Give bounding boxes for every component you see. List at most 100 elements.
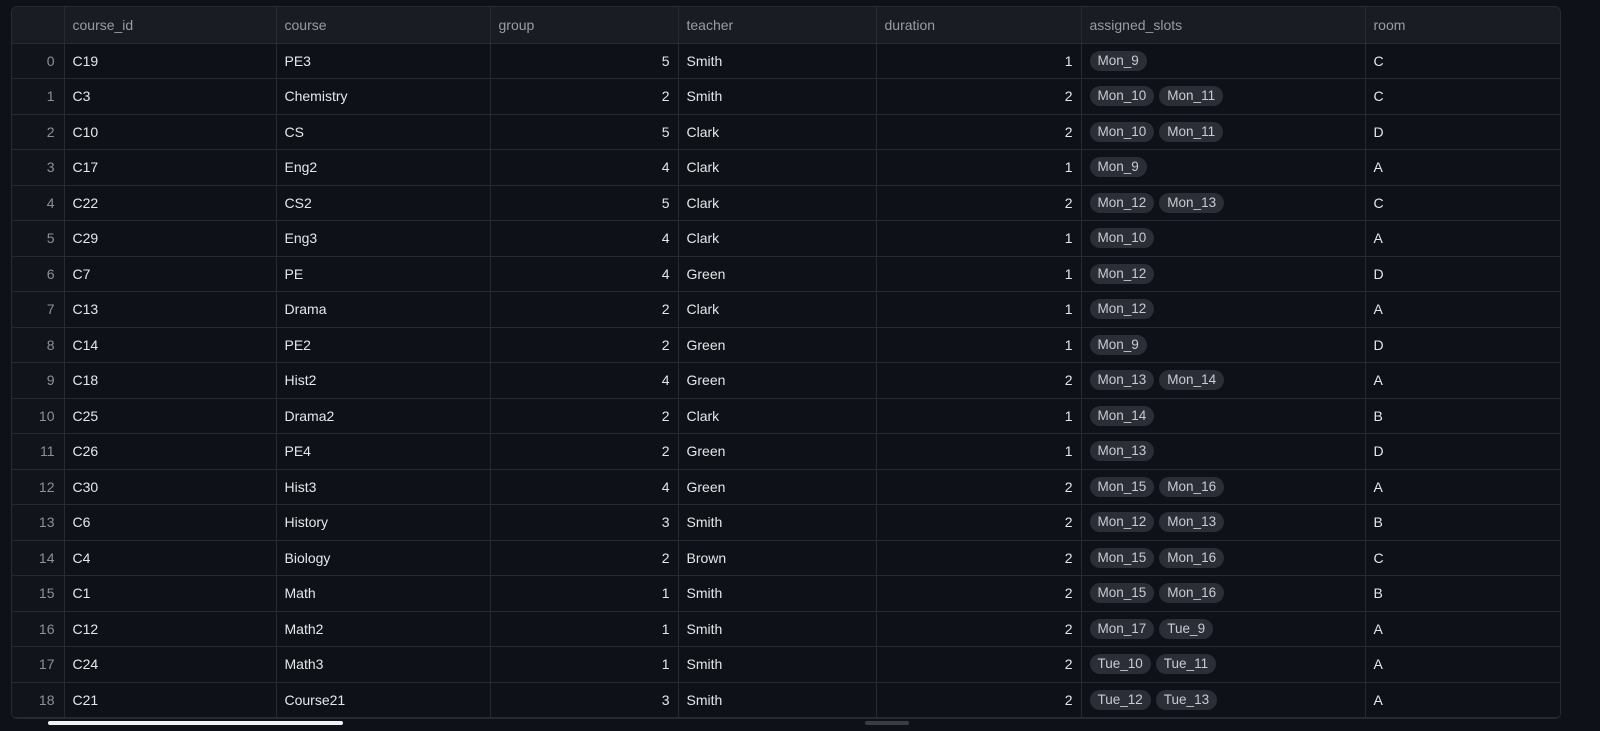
cell-course[interactable]: PE — [276, 256, 491, 292]
cell-course[interactable]: Eng2 — [276, 149, 491, 186]
cell-group[interactable]: 4 — [490, 220, 679, 257]
cell-group[interactable]: 4 — [490, 362, 679, 399]
cell-course[interactable]: Hist3 — [276, 469, 491, 505]
header-room[interactable]: room — [1365, 7, 1560, 44]
cell-teacher[interactable]: Green — [678, 256, 877, 292]
cell-duration[interactable]: 2 — [876, 469, 1082, 505]
cell-course[interactable]: Math3 — [276, 646, 491, 683]
table-row[interactable]: 17 C24 Math3 1 Smith 2 Tue_10 Tue_11 A — [12, 646, 1560, 683]
cell-room[interactable]: C — [1365, 185, 1560, 221]
cell-course[interactable]: Drama2 — [276, 398, 491, 434]
header-teacher[interactable]: teacher — [678, 7, 877, 44]
cell-duration[interactable]: 2 — [876, 362, 1082, 399]
table-row[interactable]: 16 C12 Math2 1 Smith 2 Mon_17 Tue_9 A — [12, 611, 1560, 647]
cell-teacher[interactable]: Smith — [678, 78, 877, 115]
cell-room[interactable]: C — [1365, 78, 1560, 115]
cell-assigned-slots[interactable]: Mon_9 — [1081, 43, 1366, 79]
cell-room[interactable]: B — [1365, 398, 1560, 434]
cell-assigned-slots[interactable]: Mon_17 Tue_9 — [1081, 611, 1366, 647]
cell-assigned-slots[interactable]: Mon_15 Mon_16 — [1081, 575, 1366, 612]
header-group[interactable]: group — [490, 7, 679, 44]
table-row[interactable]: 10 C25 Drama2 2 Clark 1 Mon_14 B — [12, 398, 1560, 434]
cell-duration[interactable]: 2 — [876, 682, 1082, 718]
cell-course-id[interactable]: C25 — [64, 398, 277, 434]
cell-assigned-slots[interactable]: Mon_12 — [1081, 291, 1366, 328]
cell-teacher[interactable]: Green — [678, 433, 877, 470]
cell-course[interactable]: PE2 — [276, 327, 491, 363]
cell-course-id[interactable]: C3 — [64, 78, 277, 115]
cell-teacher[interactable]: Green — [678, 362, 877, 399]
cell-course-id[interactable]: C19 — [64, 43, 277, 79]
cell-course-id[interactable]: C26 — [64, 433, 277, 470]
header-course-id[interactable]: course_id — [64, 7, 277, 44]
cell-course[interactable]: CS2 — [276, 185, 491, 221]
cell-teacher[interactable]: Green — [678, 469, 877, 505]
cell-course-id[interactable]: C17 — [64, 149, 277, 186]
cell-duration[interactable]: 2 — [876, 540, 1082, 576]
table-row[interactable]: 8 C14 PE2 2 Green 1 Mon_9 D — [12, 327, 1560, 363]
cell-duration[interactable]: 1 — [876, 327, 1082, 363]
table-row[interactable]: 15 C1 Math 1 Smith 2 Mon_15 Mon_16 B — [12, 575, 1560, 612]
cell-course[interactable]: Eng3 — [276, 220, 491, 257]
cell-room[interactable]: B — [1365, 504, 1560, 541]
cell-assigned-slots[interactable]: Mon_9 — [1081, 327, 1366, 363]
table-row[interactable]: 6 C7 PE 4 Green 1 Mon_12 D — [12, 256, 1560, 292]
table-row[interactable]: 3 C17 Eng2 4 Clark 1 Mon_9 A — [12, 149, 1560, 186]
cell-room[interactable]: B — [1365, 575, 1560, 612]
cell-group[interactable]: 2 — [490, 327, 679, 363]
cell-duration[interactable]: 2 — [876, 611, 1082, 647]
cell-assigned-slots[interactable]: Mon_13 Mon_14 — [1081, 362, 1366, 399]
cell-course-id[interactable]: C13 — [64, 291, 277, 328]
table-row[interactable]: 0 C19 PE3 5 Smith 1 Mon_9 C — [12, 43, 1560, 79]
cell-duration[interactable]: 2 — [876, 575, 1082, 612]
cell-assigned-slots[interactable]: Mon_15 Mon_16 — [1081, 469, 1366, 505]
table-row[interactable]: 4 C22 CS2 5 Clark 2 Mon_12 Mon_13 C — [12, 185, 1560, 221]
cell-assigned-slots[interactable]: Mon_10 — [1081, 220, 1366, 257]
cell-duration[interactable]: 2 — [876, 114, 1082, 150]
cell-duration[interactable]: 1 — [876, 43, 1082, 79]
cell-course[interactable]: Chemistry — [276, 78, 491, 115]
cell-course[interactable]: Course21 — [276, 682, 491, 718]
cell-teacher[interactable]: Clark — [678, 114, 877, 150]
cell-course[interactable]: Math — [276, 575, 491, 612]
cell-course-id[interactable]: C12 — [64, 611, 277, 647]
cell-teacher[interactable]: Smith — [678, 646, 877, 683]
cell-group[interactable]: 1 — [490, 575, 679, 612]
cell-course-id[interactable]: C24 — [64, 646, 277, 683]
dataframe-table[interactable]: course_id course group teacher duration … — [11, 6, 1561, 719]
horizontal-scrollbar[interactable] — [48, 721, 343, 725]
cell-course[interactable]: CS — [276, 114, 491, 150]
cell-course-id[interactable]: C21 — [64, 682, 277, 718]
cell-group[interactable]: 4 — [490, 256, 679, 292]
cell-room[interactable]: D — [1365, 256, 1560, 292]
cell-group[interactable]: 3 — [490, 682, 679, 718]
cell-room[interactable]: A — [1365, 362, 1560, 399]
cell-assigned-slots[interactable]: Mon_12 — [1081, 256, 1366, 292]
cell-group[interactable]: 5 — [490, 43, 679, 79]
cell-course-id[interactable]: C7 — [64, 256, 277, 292]
cell-course[interactable]: Biology — [276, 540, 491, 576]
cell-assigned-slots[interactable]: Mon_14 — [1081, 398, 1366, 434]
cell-duration[interactable]: 2 — [876, 185, 1082, 221]
cell-teacher[interactable]: Smith — [678, 43, 877, 79]
cell-teacher[interactable]: Clark — [678, 398, 877, 434]
cell-duration[interactable]: 2 — [876, 78, 1082, 115]
cell-group[interactable]: 2 — [490, 398, 679, 434]
cell-group[interactable]: 1 — [490, 646, 679, 683]
cell-teacher[interactable]: Green — [678, 327, 877, 363]
cell-room[interactable]: A — [1365, 646, 1560, 683]
header-duration[interactable]: duration — [876, 7, 1082, 44]
cell-group[interactable]: 1 — [490, 611, 679, 647]
cell-duration[interactable]: 1 — [876, 256, 1082, 292]
cell-course[interactable]: PE4 — [276, 433, 491, 470]
cell-teacher[interactable]: Smith — [678, 682, 877, 718]
cell-group[interactable]: 2 — [490, 540, 679, 576]
table-row[interactable]: 7 C13 Drama 2 Clark 1 Mon_12 A — [12, 291, 1560, 328]
cell-course[interactable]: Drama — [276, 291, 491, 328]
cell-room[interactable]: A — [1365, 611, 1560, 647]
cell-group[interactable]: 2 — [490, 78, 679, 115]
cell-room[interactable]: A — [1365, 291, 1560, 328]
cell-assigned-slots[interactable]: Mon_15 Mon_16 — [1081, 540, 1366, 576]
cell-assigned-slots[interactable]: Mon_10 Mon_11 — [1081, 78, 1366, 115]
cell-course-id[interactable]: C10 — [64, 114, 277, 150]
